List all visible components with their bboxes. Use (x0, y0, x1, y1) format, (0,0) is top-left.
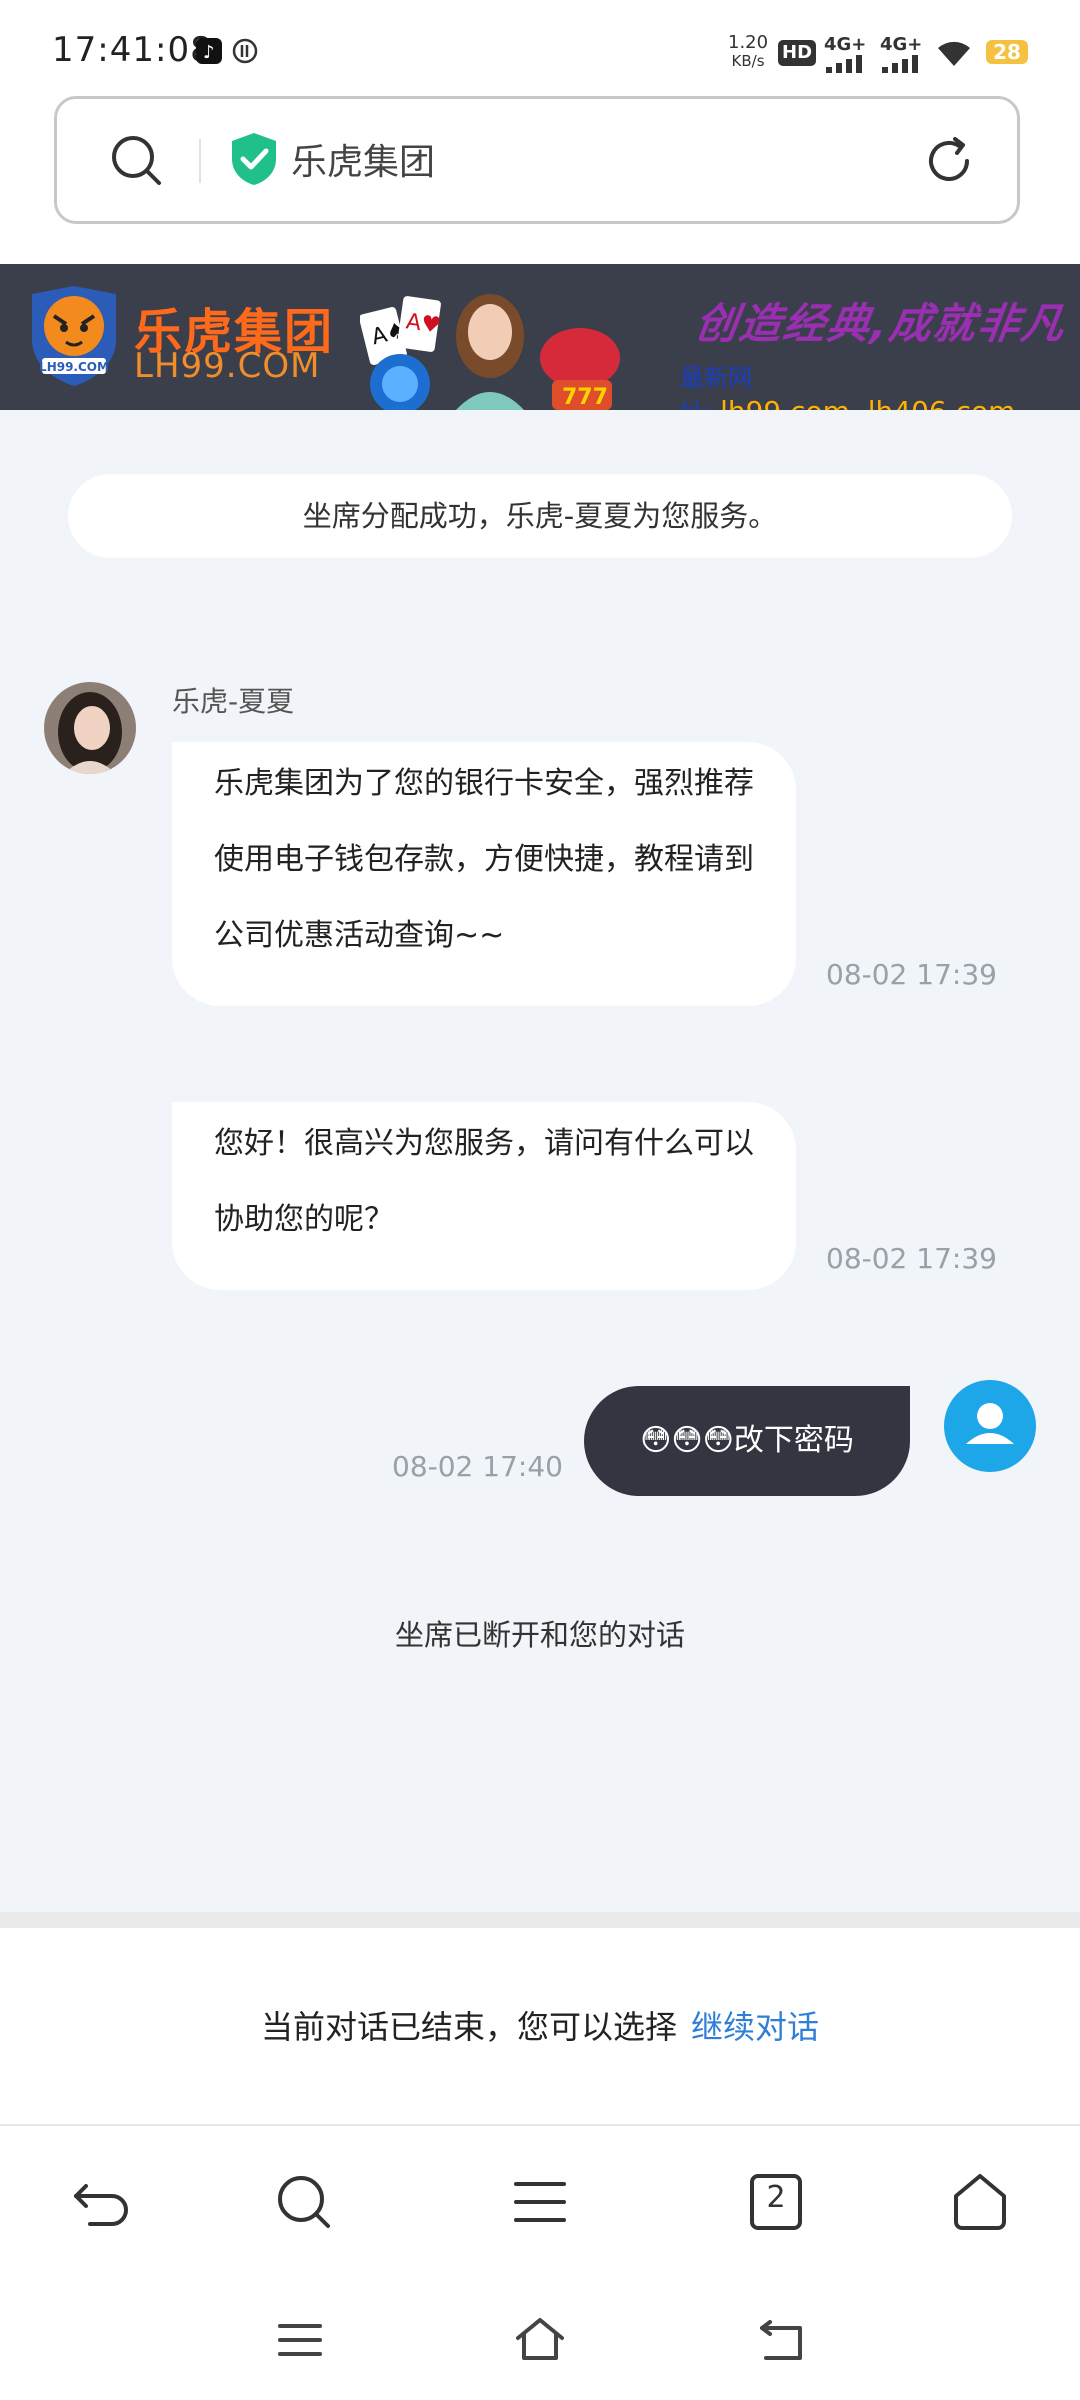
back-icon[interactable] (756, 2314, 808, 2366)
recent-apps-icon[interactable] (274, 2314, 326, 2366)
tiktok-icon: ♪ (196, 38, 222, 64)
continue-chat-link[interactable]: 继续对话 (691, 2008, 819, 2046)
agent-message: 乐虎集团为了您的银行卡安全，强烈推荐使用电子钱包存款，方便快捷，教程请到公司优惠… (172, 742, 796, 1006)
message-time: 08-02 17:40 (392, 1450, 563, 1483)
search-icon[interactable] (109, 133, 165, 193)
reload-icon[interactable] (921, 133, 977, 193)
ended-message: 当前对话已结束，您可以选择 继续对话 (0, 2002, 1080, 2048)
url2: lh406.com (868, 395, 1016, 410)
disconnect-notice: 坐席已断开和您的对话 (394, 1618, 685, 1652)
home-icon[interactable] (948, 2170, 1012, 2234)
browser-toolbar: 2 (0, 2124, 1080, 2276)
promo-banner[interactable]: LH99.COM 乐虎集团 LH99.COM A♠ A♥ 777 创造经典,成就… (0, 264, 1080, 410)
svg-text:A♥: A♥ (404, 309, 442, 339)
wifi-icon (934, 36, 974, 72)
casino-illustration: A♠ A♥ 777 (359, 284, 640, 410)
assign-notice: 坐席分配成功，乐虎-夏夏为您服务。 (68, 474, 1012, 558)
tiger-logo: LH99.COM (22, 286, 126, 386)
home-icon[interactable] (514, 2314, 566, 2366)
message-time: 08-02 17:39 (826, 1242, 997, 1275)
clock: 17:41:08 (52, 30, 213, 70)
tabs-count: 2 (766, 2180, 786, 2215)
tabs-icon[interactable]: 2 (744, 2170, 808, 2234)
svg-text:777: 777 (562, 385, 608, 410)
back-icon[interactable] (70, 2170, 134, 2234)
speed-icon (232, 38, 258, 64)
status-bar: 17:41:08 ♪ 1.20 KB/s HD 4G+ 4G+ 28 (0, 0, 1080, 96)
agent-name: 乐虎-夏夏 (172, 685, 295, 718)
shield-check-icon (229, 131, 279, 187)
battery-icon: 28 (986, 40, 1028, 64)
divider (0, 1912, 1080, 1928)
search-icon[interactable] (272, 2170, 336, 2234)
banner-urls: 最新网址:lh99.com lh406.com (680, 358, 1080, 410)
divider (199, 139, 201, 183)
logo-text: LH99.COM (39, 360, 109, 374)
ended-panel: 当前对话已结束，您可以选择 继续对话 (0, 1928, 1080, 2124)
user-message: 😳😳😳改下密码 (584, 1386, 910, 1496)
user-avatar[interactable] (944, 1380, 1036, 1472)
signal-icon: 4G+ (824, 34, 868, 77)
url1: lh99.com (720, 395, 850, 410)
system-nav-bar (0, 2274, 1080, 2400)
agent-message: 您好！很高兴为您服务，请问有什么可以协助您的呢？ (172, 1102, 796, 1290)
banner-slogan: 创造经典,成就非凡 (692, 299, 1069, 348)
site-name[interactable]: 乐虎集团 (291, 133, 435, 185)
ended-text: 当前对话已结束，您可以选择 (260, 2008, 677, 2046)
net-speed: 1.20 KB/s (728, 32, 769, 71)
address-bar[interactable]: 乐虎集团 (54, 96, 1020, 224)
signal-icon: 4G+ (880, 34, 924, 77)
menu-icon[interactable] (508, 2170, 572, 2234)
hd-icon: HD (778, 40, 817, 66)
banner-domain: LH99.COM (134, 346, 321, 386)
agent-avatar[interactable] (44, 682, 136, 774)
svg-text:♪: ♪ (203, 42, 215, 63)
message-time: 08-02 17:39 (826, 958, 997, 991)
